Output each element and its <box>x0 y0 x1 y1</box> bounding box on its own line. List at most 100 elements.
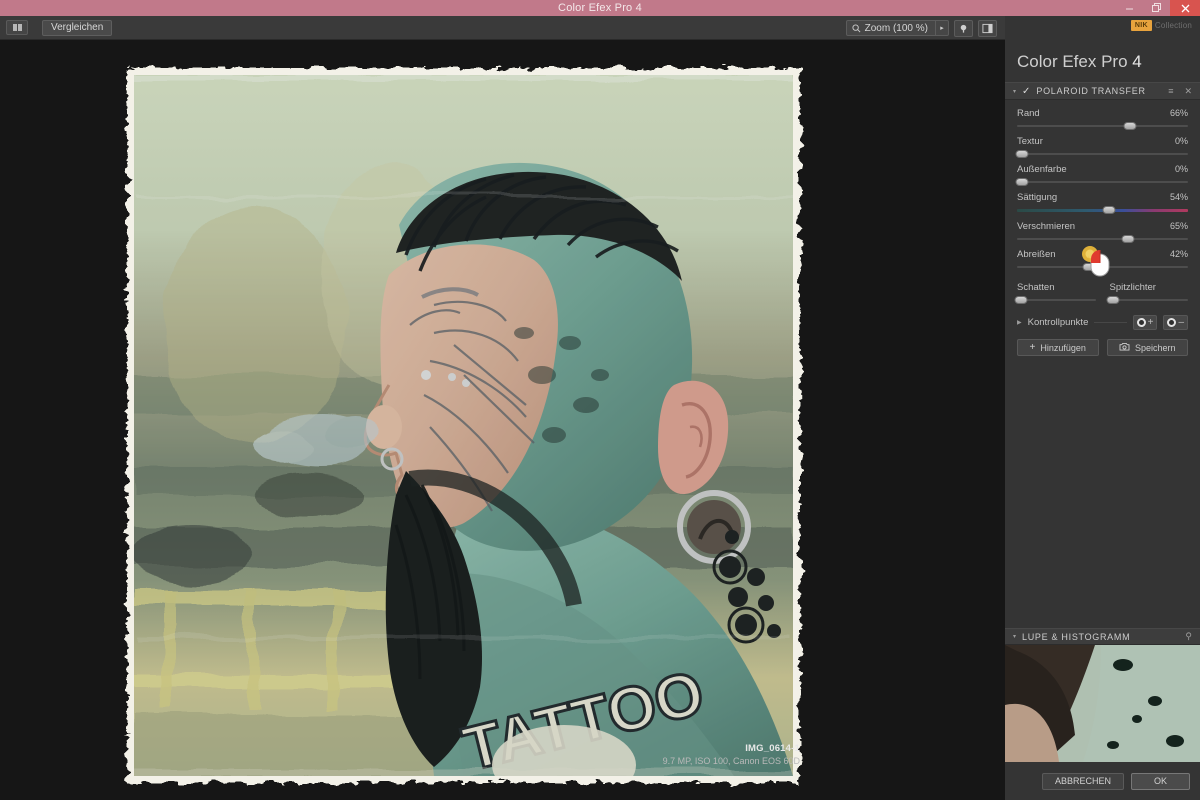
restore-button[interactable] <box>1143 0 1170 16</box>
slider-track[interactable] <box>1017 125 1188 127</box>
control-point-icon <box>1137 318 1146 327</box>
cancel-button[interactable]: ABBRECHEN <box>1042 773 1124 790</box>
slider-label: Abreißen <box>1017 249 1056 260</box>
slider-knob[interactable] <box>1016 178 1029 186</box>
image-canvas[interactable]: TATTOO <box>0 40 1005 800</box>
polaroid-photo: TATTOO <box>127 68 800 783</box>
pin-icon[interactable]: ⚲ <box>1185 631 1192 642</box>
slider-track[interactable] <box>1017 299 1096 301</box>
slider-value: 0% <box>1175 164 1188 174</box>
slider-saettigung: Sättigung 54% <box>1017 192 1188 212</box>
ok-button[interactable]: OK <box>1131 773 1190 790</box>
slider-value: 66% <box>1170 108 1188 118</box>
slider-label: Rand <box>1017 108 1040 119</box>
slider-knob[interactable] <box>1103 206 1116 214</box>
slider-knob[interactable] <box>1082 263 1095 271</box>
slider-label: Textur <box>1017 136 1043 147</box>
loupe-histogram-header[interactable]: ▾ LUPE & HISTOGRAMM ⚲ <box>1005 628 1200 645</box>
nik-badge: NIK <box>1131 20 1152 31</box>
filter-name: POLAROID TRANSFER <box>1036 86 1157 96</box>
slider-track-gradient[interactable] <box>1017 209 1188 212</box>
save-recipe-label: Speichern <box>1135 343 1176 353</box>
add-filter-button[interactable]: + Hinzufügen <box>1017 339 1099 356</box>
filter-header-polaroid-transfer[interactable]: ▾ ✓ POLAROID TRANSFER ≡ ✕ <box>1005 82 1200 100</box>
slider-track[interactable] <box>1017 181 1188 183</box>
right-panel: NIK Collection Color Efex Pro 4 ▾ ✓ POLA… <box>1005 16 1200 800</box>
add-filter-label: Hinzufügen <box>1040 343 1086 353</box>
image-exif-info: 9.7 MP, ISO 100, Canon EOS 60D <box>663 756 800 766</box>
slider-knob[interactable] <box>1107 296 1120 304</box>
slider-value: 54% <box>1170 192 1188 202</box>
slider-knob[interactable] <box>1014 296 1027 304</box>
panel-toggle-icon[interactable] <box>978 20 997 37</box>
zoom-dropdown-arrow[interactable]: ▸ <box>935 21 948 35</box>
slider-aussenfarbe: Außenfarbe 0% <box>1017 164 1188 183</box>
photo-image: TATTOO <box>134 75 793 776</box>
minimize-button[interactable] <box>1116 0 1143 16</box>
window-controls <box>1116 0 1200 16</box>
slider-verschmieren: Verschmieren 65% <box>1017 221 1188 240</box>
slider-track[interactable] <box>1110 299 1189 301</box>
slider-schatten: Schatten <box>1017 282 1096 301</box>
remove-control-point-button[interactable]: – <box>1163 315 1188 330</box>
slider-label: Sättigung <box>1017 192 1057 203</box>
loupe-preview <box>1005 645 1200 762</box>
compare-button[interactable]: Vergleichen <box>42 20 112 36</box>
dialog-footer: ABBRECHEN OK <box>1005 762 1200 800</box>
slider-track[interactable] <box>1017 266 1188 268</box>
slider-abreissen: Abreißen 42% <box>1017 249 1188 268</box>
application-window: Color Efex Pro 4 Vergleichen <box>0 0 1200 800</box>
checkmark-icon[interactable]: ✓ <box>1022 86 1030 97</box>
slider-label: Außenfarbe <box>1017 164 1067 175</box>
shadow-highlight-group: Schatten Spitzlichter <box>1005 282 1200 301</box>
close-icon[interactable]: ✕ <box>1184 86 1192 97</box>
slider-spitzlichter: Spitzlichter <box>1110 282 1189 301</box>
nik-collection-logo: NIK Collection <box>1131 20 1192 31</box>
nik-collection-text: Collection <box>1155 21 1192 30</box>
main-toolbar: Vergleichen Zoom (100 %) ▸ <box>0 16 1005 40</box>
image-metadata: IMG_0614-1 9.7 MP, ISO 100, Canon EOS 60… <box>663 743 800 766</box>
chevron-down-icon[interactable]: ▾ <box>1013 633 1016 640</box>
control-points-label: Kontrollpunkte <box>1028 317 1089 328</box>
panel-brand-area: NIK Collection <box>1005 16 1200 52</box>
slider-label: Spitzlichter <box>1110 282 1189 293</box>
slider-knob[interactable] <box>1123 122 1136 130</box>
page-title: Color Efex Pro 4 <box>1005 52 1200 82</box>
window-title: Color Efex Pro 4 <box>558 2 642 14</box>
product-version: 4 <box>1132 52 1141 71</box>
control-points-row: ▶ Kontrollpunkte + – <box>1017 315 1188 330</box>
slider-value: 65% <box>1170 221 1188 231</box>
filter-menu-icon[interactable]: ≡ <box>1168 86 1173 96</box>
zoom-label-group: Zoom (100 %) <box>847 23 935 34</box>
slider-label: Schatten <box>1017 282 1096 293</box>
plus-icon: + <box>1148 318 1154 328</box>
slider-rand: Rand 66% <box>1017 108 1188 127</box>
slider-value: 42% <box>1170 249 1188 259</box>
chevron-down-icon[interactable]: ▾ <box>1013 88 1016 95</box>
slider-track[interactable] <box>1017 153 1188 155</box>
loupe-toggle-icon[interactable] <box>954 20 973 37</box>
filter-action-buttons: + Hinzufügen Speichern <box>1017 339 1188 356</box>
zoom-control[interactable]: Zoom (100 %) ▸ <box>846 20 949 36</box>
toolbar-right-group: Zoom (100 %) ▸ <box>846 16 997 40</box>
add-control-point-button[interactable]: + <box>1133 315 1158 330</box>
close-button[interactable] <box>1170 0 1200 16</box>
slider-value: 0% <box>1175 136 1188 146</box>
title-bar: Color Efex Pro 4 <box>0 0 1200 16</box>
product-name: Color Efex Pro <box>1017 52 1128 71</box>
plus-icon: + <box>1030 342 1036 353</box>
save-recipe-icon <box>1119 342 1130 354</box>
control-point-icon <box>1167 318 1176 327</box>
zoom-level-text: Zoom (100 %) <box>865 23 928 34</box>
divider <box>1094 322 1126 323</box>
slider-knob[interactable] <box>1122 235 1135 243</box>
magnifier-icon <box>852 24 861 33</box>
slider-track[interactable] <box>1017 238 1188 240</box>
slider-list: Rand 66% Textur 0% Außenfarbe <box>1005 100 1200 268</box>
image-filename: IMG_0614-1 <box>663 743 800 754</box>
chevron-right-icon[interactable]: ▶ <box>1017 319 1022 326</box>
slider-knob[interactable] <box>1016 150 1029 158</box>
split-view-icon[interactable] <box>6 20 28 35</box>
slider-label: Verschmieren <box>1017 221 1075 232</box>
save-recipe-button[interactable]: Speichern <box>1107 339 1189 356</box>
